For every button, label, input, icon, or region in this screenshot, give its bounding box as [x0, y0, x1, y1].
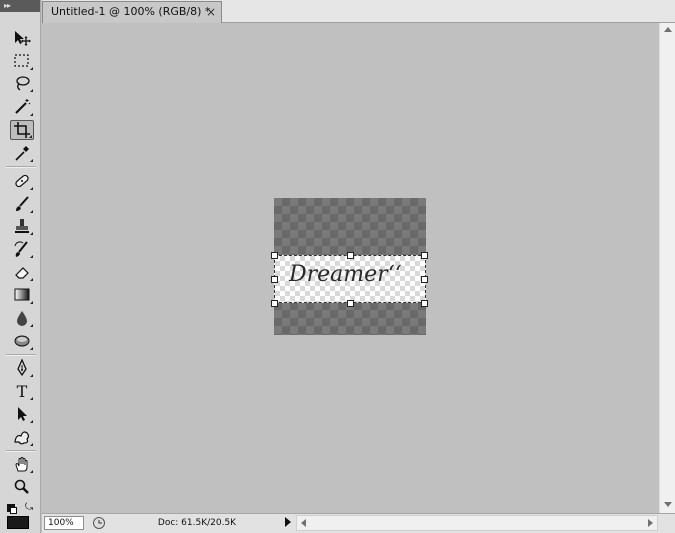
gradient-icon	[14, 288, 30, 301]
flyout-indicator	[30, 210, 33, 213]
pen-icon	[17, 359, 27, 377]
hand-tool[interactable]	[10, 454, 34, 474]
gradient-tool[interactable]	[10, 285, 34, 305]
default-colors-icon[interactable]	[7, 504, 17, 514]
brush-icon	[16, 196, 29, 211]
brush-tool[interactable]	[10, 194, 34, 214]
tools-panel: ▸▸ T ⤿	[0, 0, 41, 533]
pen-tool[interactable]	[10, 358, 34, 378]
flyout-indicator	[30, 278, 33, 281]
flyout-indicator	[30, 420, 33, 423]
history-brush-tool[interactable]	[10, 239, 34, 259]
vertical-scrollbar[interactable]	[659, 23, 675, 513]
flyout-indicator	[30, 67, 33, 70]
history-brush-icon	[14, 241, 28, 257]
scroll-right-icon[interactable]	[648, 519, 653, 527]
flyout-indicator	[30, 443, 33, 446]
custom-shape-tool[interactable]	[10, 427, 34, 447]
status-options-icon[interactable]	[92, 516, 106, 530]
transform-handle-bottom[interactable]	[347, 300, 354, 307]
type-tool[interactable]: T	[10, 381, 34, 401]
flyout-indicator	[30, 159, 33, 162]
flyout-indicator	[30, 374, 33, 377]
document-tab-bar: Untitled-1 @ 100% (RGB/8) * ×	[42, 0, 675, 23]
sponge-icon	[14, 335, 30, 347]
transform-handle-bottom-left[interactable]	[271, 300, 278, 307]
flyout-indicator	[30, 232, 33, 235]
magic-wand-icon	[15, 99, 31, 114]
eraser-tool[interactable]	[10, 262, 34, 282]
zoom-level-field[interactable]: 100%	[44, 516, 84, 530]
document-size-info: Doc: 61.5K/20.5K	[157, 518, 237, 528]
transform-handle-top-left[interactable]	[271, 252, 278, 259]
horizontal-scrollbar[interactable]	[296, 515, 658, 531]
layer-text: Dreamer‘‘	[289, 262, 402, 287]
move-tool[interactable]	[10, 28, 34, 48]
panel-grip[interactable]: ▸▸	[0, 0, 40, 12]
transform-handle-left[interactable]	[271, 276, 278, 283]
status-menu-arrow-icon[interactable]	[285, 517, 291, 527]
hand-icon	[15, 457, 28, 472]
transform-handle-bottom-right[interactable]	[421, 300, 428, 307]
flyout-indicator	[30, 397, 33, 400]
bandage-icon	[15, 174, 29, 188]
flyout-indicator	[30, 347, 33, 350]
clone-stamp-tool[interactable]	[10, 216, 34, 236]
lasso-icon	[16, 76, 30, 91]
transform-selection[interactable]: Dreamer‘‘	[274, 255, 426, 303]
marquee-tool[interactable]	[10, 51, 34, 71]
canvas-area[interactable]: Dreamer‘‘	[42, 23, 659, 513]
toolbox-divider	[6, 450, 36, 452]
flyout-indicator	[30, 324, 33, 327]
crop-tool[interactable]	[10, 120, 34, 140]
flyout-indicator	[30, 470, 33, 473]
blur-tool[interactable]	[10, 308, 34, 328]
status-bar: 100% Doc: 61.5K/20.5K	[42, 513, 675, 533]
type-icon: T	[16, 381, 28, 401]
document-image[interactable]: Dreamer‘‘	[271, 198, 428, 335]
arrow-cursor-icon	[18, 407, 27, 421]
flyout-indicator	[30, 255, 33, 258]
flyout-indicator	[30, 89, 33, 92]
flyout-indicator	[30, 187, 33, 190]
transform-handle-top[interactable]	[347, 252, 354, 259]
drop-icon	[17, 311, 27, 326]
move-icon	[15, 31, 31, 46]
eyedropper-tool[interactable]	[10, 143, 34, 163]
document-tab[interactable]: Untitled-1 @ 100% (RGB/8) * ×	[42, 1, 222, 23]
toolbox-divider	[6, 354, 36, 356]
path-selection-tool[interactable]	[10, 404, 34, 424]
magnifier-icon	[14, 479, 29, 494]
lasso-tool[interactable]	[10, 73, 34, 93]
scroll-up-icon[interactable]	[664, 27, 672, 32]
healing-brush-tool[interactable]	[10, 171, 34, 191]
close-tab-icon[interactable]: ×	[206, 2, 216, 22]
flyout-indicator	[30, 301, 33, 304]
flyout-indicator	[29, 135, 32, 138]
rectangular-marquee-icon	[14, 54, 29, 67]
eyedropper-icon	[15, 146, 29, 161]
toolbox-divider	[6, 166, 36, 168]
document-window: Untitled-1 @ 100% (RGB/8) * × Dreamer‘‘ …	[42, 0, 675, 533]
foreground-color-swatch[interactable]	[7, 516, 29, 529]
scroll-left-icon[interactable]	[301, 519, 306, 527]
scroll-down-icon[interactable]	[664, 502, 672, 507]
transform-handle-right[interactable]	[421, 276, 428, 283]
zoom-tool[interactable]	[10, 477, 34, 497]
eraser-icon	[15, 267, 29, 279]
quick-selection-tool[interactable]	[10, 97, 34, 117]
stamp-icon	[15, 219, 29, 233]
dodge-tool[interactable]	[10, 331, 34, 351]
swap-colors-icon[interactable]: ⤿	[25, 503, 33, 513]
custom-shape-icon	[14, 431, 30, 445]
transform-handle-top-right[interactable]	[421, 252, 428, 259]
document-tab-title: Untitled-1 @ 100% (RGB/8) *	[51, 5, 211, 18]
flyout-indicator	[30, 113, 33, 116]
